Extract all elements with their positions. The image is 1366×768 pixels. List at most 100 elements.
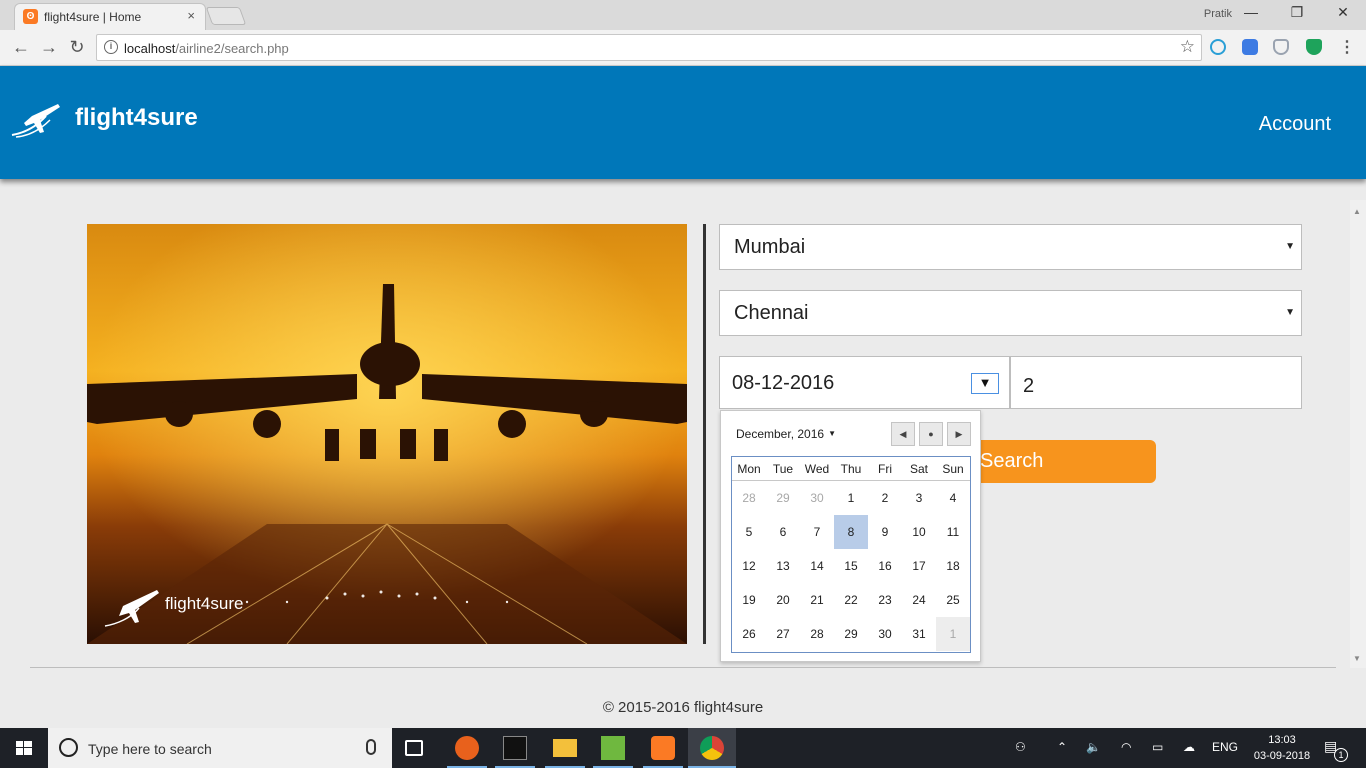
- extension-shield-icon[interactable]: [1273, 39, 1289, 55]
- airplane-logo-icon[interactable]: [10, 102, 62, 138]
- weekday-header: Mon Tue Wed Thu Fri Sat Sun: [732, 457, 970, 481]
- close-window-icon[interactable]: ✕: [1320, 4, 1366, 21]
- calendar-day[interactable]: 1: [834, 481, 868, 515]
- calendar-day[interactable]: 23: [868, 583, 902, 617]
- calendar-day[interactable]: 4: [936, 481, 970, 515]
- calendar-day[interactable]: 8: [834, 515, 868, 549]
- calendar-day[interactable]: 31: [902, 617, 936, 651]
- weekday-label: Sat: [909, 462, 928, 476]
- back-icon[interactable]: ←: [10, 36, 32, 58]
- from-city-select[interactable]: Mumbai ▼: [719, 224, 1302, 270]
- windows-start-icon[interactable]: [0, 728, 48, 768]
- date-picker-toggle-icon[interactable]: ▼: [971, 373, 999, 394]
- volume-muted-icon[interactable]: 🔈: [1086, 740, 1101, 754]
- site-header: flight4sure Account: [0, 66, 1366, 179]
- chrome-menu-icon[interactable]: ⋮: [1339, 37, 1355, 57]
- calendar-day[interactable]: 22: [834, 583, 868, 617]
- calendar-day[interactable]: 11: [936, 515, 970, 549]
- calendar-day[interactable]: 14: [800, 549, 834, 583]
- passengers-input[interactable]: 2: [1010, 356, 1302, 409]
- language-indicator[interactable]: ENG: [1212, 740, 1238, 754]
- calendar-day[interactable]: 26: [732, 617, 766, 651]
- scroll-down-arrow-icon[interactable]: ▼: [1353, 654, 1361, 663]
- url-text[interactable]: localhost/airline2/search.php: [124, 41, 289, 56]
- people-icon[interactable]: ⚇: [1015, 740, 1026, 754]
- calendar-day[interactable]: 2: [868, 481, 902, 515]
- calendar-day[interactable]: 10: [902, 515, 936, 549]
- show-hidden-icons-icon[interactable]: ⌃: [1057, 740, 1067, 754]
- to-city-value: Chennai: [734, 302, 809, 324]
- cortana-icon[interactable]: [59, 738, 78, 757]
- tab-close-icon[interactable]: ×: [187, 8, 195, 23]
- calendar-day[interactable]: 21: [800, 583, 834, 617]
- brand-name[interactable]: flight4sure: [75, 104, 198, 132]
- calendar-day[interactable]: 12: [732, 549, 766, 583]
- minimize-icon[interactable]: —: [1228, 4, 1274, 20]
- restore-icon[interactable]: ❐: [1274, 4, 1320, 21]
- calendar-day[interactable]: 17: [902, 549, 936, 583]
- calendar-day[interactable]: 27: [766, 617, 800, 651]
- next-month-icon[interactable]: ▶: [947, 422, 971, 446]
- today-dot-icon[interactable]: ●: [919, 422, 943, 446]
- browser-tab[interactable]: ʘ flight4sure | Home ×: [14, 3, 206, 30]
- info-icon[interactable]: i: [104, 40, 118, 54]
- calendar-day[interactable]: 25: [936, 583, 970, 617]
- calendar-day[interactable]: 29: [834, 617, 868, 651]
- terminal-icon[interactable]: [503, 736, 527, 760]
- page-scrollbar[interactable]: [1350, 200, 1366, 668]
- new-tab-button[interactable]: [205, 7, 247, 25]
- calendar-day[interactable]: 16: [868, 549, 902, 583]
- calendar-day[interactable]: 30: [868, 617, 902, 651]
- wifi-icon[interactable]: ◠: [1121, 740, 1131, 754]
- reload-icon[interactable]: ↻: [66, 36, 88, 58]
- extension-globe-icon[interactable]: [1210, 39, 1226, 55]
- calendar-day[interactable]: 30: [800, 481, 834, 515]
- scroll-up-arrow-icon[interactable]: ▲: [1353, 207, 1361, 216]
- microphone-icon[interactable]: [366, 739, 376, 755]
- tab-title: flight4sure | Home: [44, 10, 142, 24]
- weekday-label: Sun: [942, 462, 964, 476]
- xampp-icon[interactable]: [651, 736, 675, 760]
- notification-count-badge: 1: [1334, 748, 1348, 762]
- calendar-day[interactable]: 29: [766, 481, 800, 515]
- bookmark-star-icon[interactable]: ☆: [1180, 37, 1195, 57]
- calendar-day[interactable]: 28: [732, 481, 766, 515]
- calendar-day[interactable]: 15: [834, 549, 868, 583]
- file-explorer-icon[interactable]: [553, 739, 577, 757]
- browser-toolbar: ← → ↻ i localhost/airline2/search.php ☆ …: [0, 30, 1366, 66]
- calendar-day[interactable]: 28: [800, 617, 834, 651]
- calendar-day[interactable]: 1: [936, 617, 970, 651]
- battery-icon[interactable]: ▭: [1152, 740, 1163, 754]
- search-button[interactable]: Search: [958, 440, 1156, 483]
- notepad-icon[interactable]: [601, 736, 625, 760]
- date-input[interactable]: 08-12-2016 ▼: [719, 356, 1010, 409]
- previous-month-icon[interactable]: ◀: [891, 422, 915, 446]
- calendar-day[interactable]: 3: [902, 481, 936, 515]
- extension-translate-icon[interactable]: [1242, 39, 1258, 55]
- forward-icon[interactable]: →: [38, 36, 60, 58]
- calendar-day[interactable]: 18: [936, 549, 970, 583]
- calendar-day[interactable]: 7: [800, 515, 834, 549]
- address-bar[interactable]: i localhost/airline2/search.php ☆: [96, 34, 1202, 61]
- calendar-day[interactable]: 20: [766, 583, 800, 617]
- footer-divider: [30, 667, 1336, 668]
- calendar-day[interactable]: 5: [732, 515, 766, 549]
- onedrive-icon[interactable]: ☁: [1183, 740, 1195, 754]
- calendar-day[interactable]: 19: [732, 583, 766, 617]
- calendar-day[interactable]: 6: [766, 515, 800, 549]
- month-year-selector[interactable]: December, 2016 ▼: [736, 427, 836, 441]
- clock-time: 13:03: [1268, 734, 1296, 746]
- to-city-select[interactable]: Chennai ▼: [719, 290, 1302, 336]
- calendar-day[interactable]: 13: [766, 549, 800, 583]
- xampp-favicon-icon: ʘ: [23, 9, 38, 24]
- task-view-icon[interactable]: [405, 740, 423, 756]
- taskbar-clock[interactable]: 13:03 03-09-2018: [1253, 732, 1311, 764]
- taskbar-search-box[interactable]: Type here to search: [48, 728, 392, 768]
- hero-image: flight4sure: [87, 224, 687, 644]
- calendar-day[interactable]: 9: [868, 515, 902, 549]
- calendar-day[interactable]: 24: [902, 583, 936, 617]
- firefox-icon[interactable]: [455, 736, 479, 760]
- extension-security-icon[interactable]: [1306, 39, 1322, 55]
- account-link[interactable]: Account: [1259, 113, 1331, 136]
- chrome-taskbar-button[interactable]: [688, 728, 736, 768]
